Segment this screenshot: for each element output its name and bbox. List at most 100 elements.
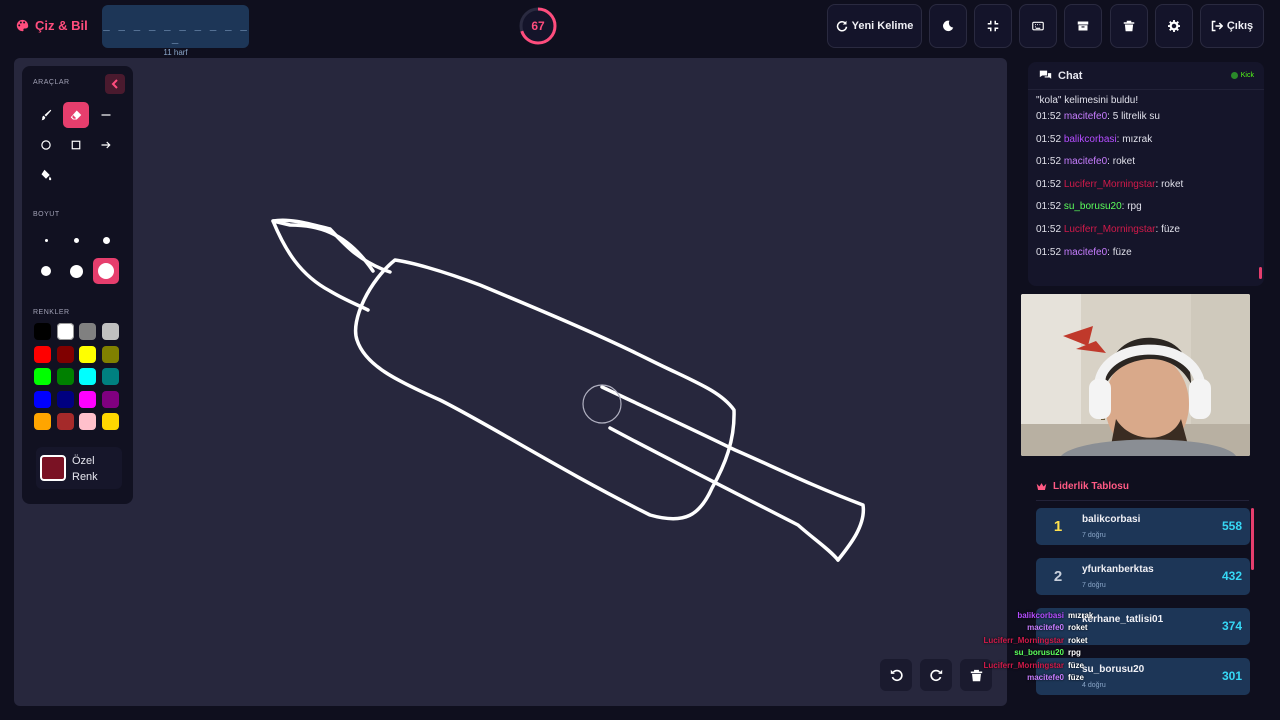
size-option-5[interactable] (63, 258, 89, 284)
message-text: rpg (1127, 201, 1142, 213)
tools-panel: ARAÇLAR BOYUT RENKLER Özel Renk (22, 66, 133, 504)
undo-button[interactable] (880, 659, 912, 691)
message-text: füze (1161, 223, 1180, 235)
eraser-tool[interactable] (63, 102, 89, 128)
comments-icon (1039, 70, 1052, 79)
color-swatch[interactable] (79, 345, 96, 363)
crown-icon (1036, 483, 1047, 490)
message-user[interactable]: macitefe0 (1064, 247, 1107, 258)
chat-message: 01:52 balikcorbasi: mızrak (1036, 129, 1256, 152)
custom-color-button[interactable]: Özel Renk (36, 447, 122, 489)
color-swatch[interactable] (34, 345, 51, 363)
circle-tool[interactable] (33, 132, 59, 158)
size-option-6[interactable] (93, 258, 119, 284)
message-user[interactable]: Luciferr_Morningstar (1064, 179, 1156, 190)
leaderboard-row[interactable]: 2 yfurkanberktas 7 doğru 432 (1036, 558, 1250, 595)
message-user[interactable]: Luciferr_Morningstar (1064, 224, 1156, 235)
color-swatch[interactable] (56, 390, 74, 408)
overlay-user: macitefe0 (1027, 623, 1064, 633)
palette-icon (16, 19, 29, 32)
keyboard-button[interactable] (1019, 4, 1057, 48)
color-swatch[interactable] (34, 323, 51, 340)
leaderboard-row[interactable]: 1 balikcorbasi 7 doğru 558 (1036, 508, 1250, 545)
overlay-text: rpg (1068, 648, 1081, 658)
size-option-2[interactable] (63, 227, 89, 253)
message-user[interactable]: macitefe0 (1064, 156, 1107, 167)
webcam-feed (1021, 294, 1250, 456)
size-option-3[interactable] (93, 227, 119, 253)
color-swatch[interactable] (34, 390, 51, 408)
delete-button[interactable] (1110, 4, 1148, 48)
brush-icon (41, 109, 52, 121)
overlay-text: roket (1068, 635, 1088, 645)
chat-title: Chat (1058, 69, 1083, 82)
color-swatch[interactable] (101, 390, 119, 408)
chevron-left-icon (111, 79, 118, 89)
message-user[interactable]: balikcorbasi (1064, 134, 1117, 145)
fullscreen-button[interactable] (974, 4, 1012, 48)
system-message: "kola" kelimesini buldu! (1036, 84, 1256, 106)
arrow-tool[interactable] (93, 132, 119, 158)
square-icon (71, 140, 81, 150)
color-swatch[interactable] (56, 323, 74, 340)
rectangle-tool[interactable] (63, 132, 89, 158)
size-option-4[interactable] (33, 258, 59, 284)
overlay-user: su_borusu20 (1014, 648, 1064, 658)
color-swatch[interactable] (56, 345, 74, 363)
message-text: 5 litrelik su (1112, 111, 1160, 122)
drawing-stroke-handle-bottom (608, 426, 840, 562)
brand[interactable]: Çiz & Bil (16, 18, 88, 33)
color-swatch[interactable] (101, 413, 119, 430)
color-swatch[interactable] (56, 368, 74, 385)
correct-count: 7 doğru (1082, 532, 1106, 539)
message-text: füze (1112, 246, 1132, 258)
fill-tool[interactable] (33, 162, 59, 188)
leaderboard-scrollbar[interactable] (1251, 508, 1254, 570)
color-swatch[interactable] (79, 323, 96, 340)
drawing-canvas[interactable] (14, 58, 1007, 706)
overlay-chat-line: Luciferr_Morningstar roket (960, 636, 1100, 648)
color-swatch[interactable] (34, 413, 51, 430)
logout-button[interactable]: Çıkış (1200, 4, 1264, 48)
undo-icon (890, 669, 903, 681)
settings-button[interactable] (1155, 4, 1193, 48)
tools-heading: ARAÇLAR (33, 79, 70, 86)
color-swatch[interactable] (101, 345, 119, 363)
size-option-1[interactable] (33, 227, 59, 253)
color-swatch[interactable] (79, 413, 96, 430)
collapse-panel-button[interactable] (105, 74, 125, 94)
overlay-text: roket (1068, 623, 1088, 633)
message-user[interactable]: su_borusu20 (1064, 201, 1122, 212)
archive-icon (1077, 21, 1089, 31)
message-time: 01:52 (1036, 201, 1062, 213)
archive-button[interactable] (1064, 4, 1102, 48)
message-user[interactable]: macitefe0 (1064, 111, 1107, 122)
color-swatch[interactable] (34, 368, 51, 385)
theme-toggle-button[interactable] (929, 4, 967, 48)
player-name: yfurkanberktas (1082, 564, 1154, 575)
color-swatch[interactable] (101, 368, 119, 385)
new-word-label: Yeni Kelime (851, 20, 914, 32)
overlay-chat-line: su_borusu20 rpg (960, 648, 1100, 660)
kick-status: Kick (1230, 72, 1254, 79)
leaderboard-title-text: Liderlik Tablosu (1053, 481, 1129, 492)
color-swatch[interactable] (79, 368, 96, 385)
brush-tool[interactable] (33, 102, 59, 128)
chat-message-list: 01:52 macitefe0: 5 litrelik su 01:52 bali… (1036, 106, 1256, 264)
overlay-chat-line: macitefe0 füze (960, 673, 1100, 685)
custom-color-swatch (40, 455, 66, 481)
overlay-chat-line: balikcorbasi mızrak (960, 611, 1100, 623)
chat-scrollbar[interactable] (1259, 267, 1262, 279)
compress-icon (987, 20, 999, 32)
chat-message: 01:52 macitefe0: füze (1036, 242, 1256, 265)
line-tool[interactable] (93, 102, 119, 128)
color-swatch[interactable] (56, 413, 74, 430)
color-swatch[interactable] (101, 323, 119, 340)
new-word-button[interactable]: Yeni Kelime (827, 4, 922, 48)
redo-button[interactable] (920, 659, 952, 691)
stream-chat-overlay: balikcorbasi mızrak macitefe0 roket Luciferr… (960, 611, 1100, 685)
color-swatch[interactable] (79, 390, 96, 408)
message-time: 01:52 (1036, 246, 1062, 258)
size-heading: BOYUT (33, 211, 60, 218)
overlay-user: Luciferr_Morningstar (983, 635, 1064, 645)
